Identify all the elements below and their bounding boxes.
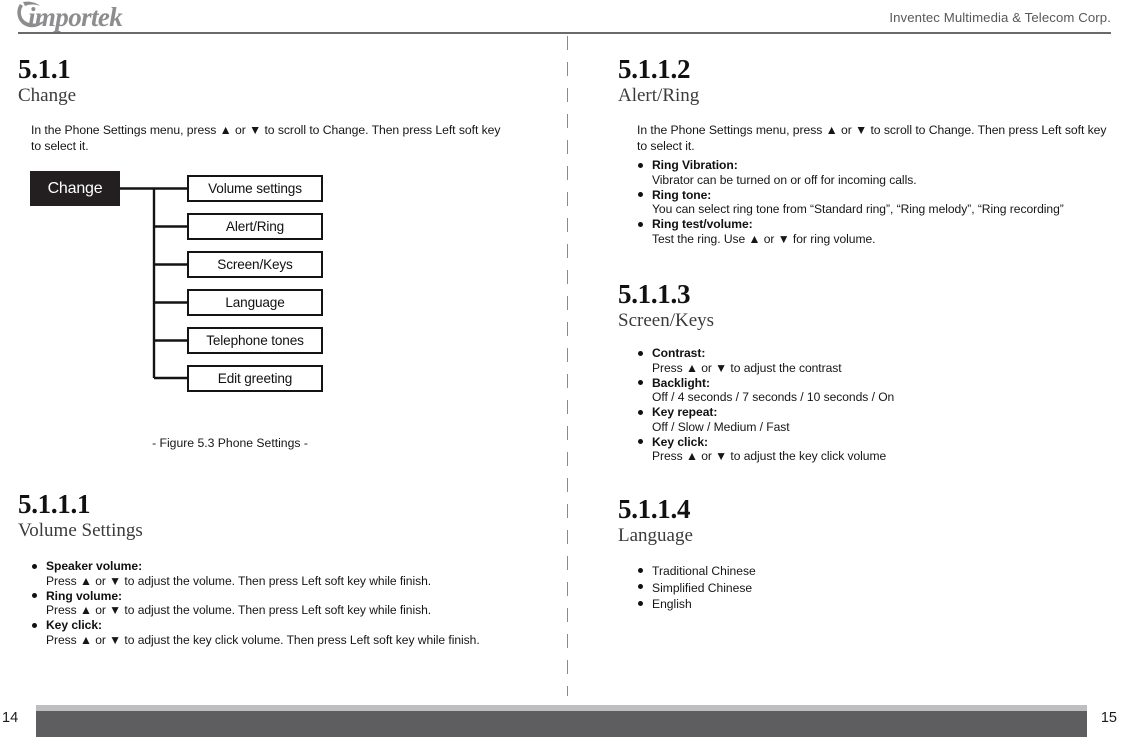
bullet-dot-icon [638,162,643,168]
section-number: 5.1.1.4 [618,494,691,524]
page-footer: 14 15 [0,696,1123,741]
section-title: Screen/Keys [618,310,715,331]
list-item: Ring tone: You can select ring tone from… [637,188,1107,218]
diagram-node-alert-ring[interactable]: Alert/Ring [187,213,323,240]
page-number-right: 15 [1100,710,1117,726]
header-rule [18,32,1111,34]
svg-text:importek: importek [28,2,123,32]
alert-ring-list: Ring Vibration: Vibrator can be turned o… [637,158,1107,247]
item-term: Key click: [652,434,708,449]
list-item: Ring test/volume: Test the ring. Use ▲ o… [637,217,1107,247]
section-number: 5.1.1.3 [618,279,691,309]
list-item: Simplified Chinese [637,580,1037,597]
language-list: Traditional Chinese Simplified Chinese E… [637,563,1037,613]
corporate-name: Inventec Multimedia & Telecom Corp. [889,10,1111,25]
item-description: Test the ring. Use ▲ or ▼ for ring volum… [652,231,876,246]
list-item: Key click: Press ▲ or ▼ to adjust the ke… [637,435,1107,465]
section-title: Change [18,85,77,106]
item-term: Ring tone: [652,187,712,202]
diagram-node-change[interactable]: Change [30,171,120,206]
list-item: Ring volume: Press ▲ or ▼ to adjust the … [31,589,521,619]
intro-paragraph: In the Phone Settings menu, press ▲ or ▼… [31,123,501,153]
list-item: Speaker volume: Press ▲ or ▼ to adjust t… [31,559,521,589]
list-item: Backlight: Off / 4 seconds / 7 seconds /… [637,376,1107,406]
page-number-left: 14 [2,710,19,726]
item-term: Ring test/volume: [652,217,753,231]
item-description: Off / 4 seconds / 7 seconds / 10 seconds… [652,390,895,404]
diagram-node-volume-settings[interactable]: Volume settings [187,175,323,202]
section-heading-5112: 5.1.1.2 Alert/Ring [618,56,699,107]
diagram-node-telephone-tones[interactable]: Telephone tones [187,327,323,354]
diagram-node-language[interactable]: Language [187,289,323,316]
footer-bar-dark [36,711,1087,737]
item-term: Key repeat: [652,405,718,419]
section-heading-511: 5.1.1 Change [18,56,76,107]
left-page: 5.1.1 Change In the Phone Settings menu,… [0,36,567,696]
bullet-dot-icon [638,439,643,444]
bullet-dot-icon [638,221,643,227]
item-term: Speaker volume: [46,559,143,573]
language-option: Simplified Chinese [652,580,753,595]
item-description: You can select ring tone from “Standard … [652,202,1064,216]
item-term: Ring volume: [46,588,122,603]
list-item: English [637,596,1037,613]
item-description: Press ▲ or ▼ to adjust the key click vol… [652,449,887,463]
bullet-dot-icon [638,380,643,385]
item-description: Press ▲ or ▼ to adjust the contrast [652,360,842,375]
figure-caption: - Figure 5.3 Phone Settings - [152,436,308,450]
page-header: importek Inventec Multimedia & Telecom C… [0,0,1123,36]
subsection-title: Volume Settings [18,520,143,541]
item-description: Press ▲ or ▼ to adjust the volume. Then … [46,573,432,588]
bullet-dot-icon [638,409,643,415]
section-heading-5114: 5.1.1.4 Language [618,496,693,547]
subsection-number: 5.1.1.1 [18,489,91,519]
item-term: Backlight: [652,375,710,390]
bullet-dot-icon [32,593,37,598]
list-item: Key click: Press ▲ or ▼ to adjust the ke… [31,618,521,648]
list-item: Ring Vibration: Vibrator can be turned o… [637,158,1107,188]
bullet-dot-icon [638,567,643,573]
intro-paragraph: In the Phone Settings menu, press ▲ or ▼… [637,123,1107,153]
section-heading-5111: 5.1.1.1 Volume Settings [18,491,143,542]
item-description: Press ▲ or ▼ to adjust the volume. Then … [46,603,432,617]
bullet-dot-icon [638,350,643,356]
item-term: Contrast: [652,346,706,360]
list-item: Key repeat: Off / Slow / Medium / Fast [637,405,1107,435]
section-heading-5113: 5.1.1.3 Screen/Keys [618,281,714,332]
item-description: Vibrator can be turned on or off for inc… [652,172,917,187]
bullet-dot-icon [638,584,643,589]
item-term: Ring Vibration: [652,158,738,172]
volume-settings-list: Speaker volume: Press ▲ or ▼ to adjust t… [31,559,521,648]
importek-logo: importek [14,0,204,32]
logo-icon: importek [17,1,124,32]
list-item: Contrast: Press ▲ or ▼ to adjust the con… [637,346,1107,376]
section-number: 5.1.1 [18,54,71,84]
bullet-dot-icon [32,563,37,569]
section-number: 5.1.1.2 [618,54,691,84]
language-option: English [652,597,692,611]
right-page: 5.1.1.2 Alert/Ring In the Phone Settings… [567,36,1123,696]
section-title: Alert/Ring [618,85,700,106]
item-description: Off / Slow / Medium / Fast [652,419,790,434]
diagram-node-edit-greeting[interactable]: Edit greeting [187,365,323,392]
bullet-dot-icon [638,600,643,606]
bullet-dot-icon [32,622,37,628]
item-description: Press ▲ or ▼ to adjust the key click vol… [46,632,480,647]
list-item: Traditional Chinese [637,563,1037,580]
phone-settings-diagram: Change Volume settings Alert/Ring Screen… [0,166,400,450]
language-option: Traditional Chinese [652,564,756,578]
diagram-node-screen-keys[interactable]: Screen/Keys [187,251,323,278]
screen-keys-list: Contrast: Press ▲ or ▼ to adjust the con… [637,346,1107,464]
section-title: Language [618,525,693,546]
bullet-dot-icon [638,192,643,197]
item-term: Key click: [46,618,102,632]
